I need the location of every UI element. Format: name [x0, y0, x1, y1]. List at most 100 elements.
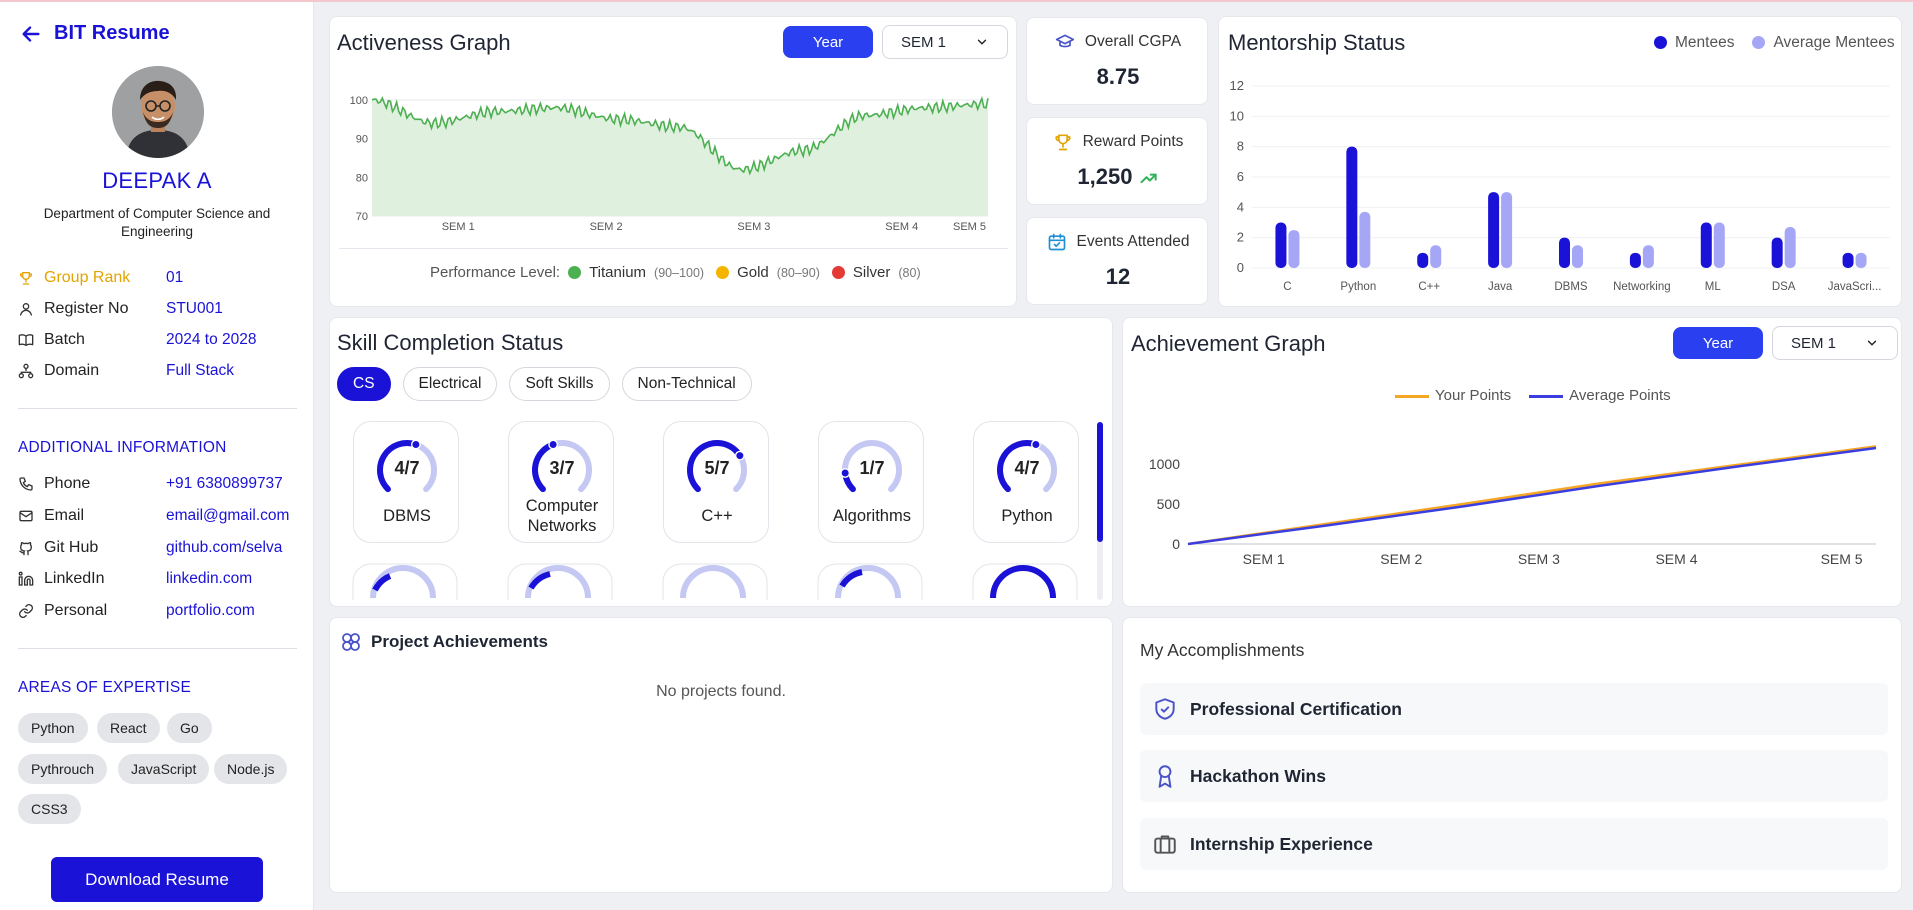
bar	[1275, 222, 1287, 268]
x-tick-label: SEM 5	[953, 221, 986, 233]
bar	[1771, 237, 1783, 268]
info-register-no: Register No STU001	[18, 297, 308, 321]
titanium-dot	[568, 266, 582, 279]
skill-name: C++	[701, 507, 733, 525]
chart-divider	[339, 248, 1008, 249]
brand-back-link[interactable]: BIT Resume	[20, 22, 170, 45]
activeness-title: Activeness Graph	[337, 30, 511, 55]
x-tick-label: SEM 4	[885, 221, 918, 233]
accomplishments-title: My Accomplishments	[1140, 640, 1305, 660]
bar	[1430, 245, 1442, 268]
reward-value: 1,250	[1027, 164, 1209, 190]
tab-electrical[interactable]: Electrical	[402, 367, 498, 401]
bar	[1700, 222, 1712, 268]
tab-non-technical[interactable]: Non-Technical	[621, 367, 752, 401]
average-mentees-dot	[1752, 36, 1766, 50]
expertise-chip: Python	[18, 713, 88, 743]
profile-department: Department of Computer Science and Engin…	[43, 206, 271, 239]
app-title: BIT Resume	[54, 22, 170, 44]
ring-knob	[410, 439, 421, 450]
bar	[1559, 237, 1570, 268]
accomplishment-item[interactable]: Professional Certification	[1140, 683, 1888, 735]
flower-icon	[342, 633, 360, 651]
accomplishment-item[interactable]: Internship Experience	[1140, 818, 1888, 870]
y-tick-label: 500	[1157, 496, 1181, 512]
x-tick-label: SEM 3	[1518, 551, 1560, 567]
tab-soft-skills[interactable]: Soft Skills	[509, 367, 610, 401]
skill-grid	[0, 0, 1, 1]
cgpa-value: 8.75	[1096, 64, 1140, 89]
mentees-dot	[1654, 36, 1667, 50]
x-tick-label: ML	[1705, 281, 1722, 293]
sidebar-divider	[18, 648, 297, 649]
skill-rings-partial	[352, 563, 1078, 600]
bar	[1501, 192, 1513, 268]
expertise-chip: Go	[167, 713, 212, 743]
bar	[1488, 192, 1500, 268]
x-tick-label: SEM 4	[1655, 551, 1697, 567]
info-linkedin: LinkedIn linkedin.com	[18, 567, 308, 591]
skill-fraction: 3/7	[549, 458, 575, 478]
achievement-chart: 0 500 1000 SEM 1 SEM 2 SEM 3 SEM 4 SEM 5	[1149, 445, 1877, 567]
area-fill	[372, 98, 988, 216]
arrow-left-icon	[22, 25, 40, 42]
bar	[1855, 252, 1867, 268]
x-tick-label: JavaScri...	[1828, 281, 1882, 293]
x-tick-label: SEM 1	[442, 221, 475, 233]
accomplishment-item[interactable]: Hackathon Wins	[1140, 750, 1888, 802]
x-tick-label: Networking	[1613, 281, 1671, 293]
ring-knob	[548, 439, 559, 450]
skill-card-item[interactable]: 3/7 Computer Networks	[508, 421, 614, 543]
bar	[1359, 211, 1371, 268]
skill-card-item[interactable]: 4/7 Python	[973, 421, 1079, 543]
y-tick-label: 0	[1237, 260, 1244, 275]
x-tick-label: SEM 2	[590, 221, 623, 233]
avatar	[112, 66, 204, 158]
sem-select[interactable]: SEM 1	[1772, 326, 1898, 360]
skill-card-item[interactable]: 1/7 Algorithms	[818, 421, 924, 543]
expertise-chip: Pythrouch	[18, 754, 108, 784]
events-card: Events Attended 12	[1026, 217, 1208, 305]
x-tick-label: SEM 1	[1243, 551, 1285, 567]
skill-name: Computer Networks	[525, 497, 599, 535]
skill-title: Skill Completion Status	[337, 330, 564, 355]
bar	[1346, 146, 1358, 268]
skill-name: DBMS	[383, 507, 431, 525]
chevron-down-icon	[1867, 340, 1877, 346]
download-resume-button[interactable]: Download Resume	[51, 857, 263, 902]
projects-empty-text: No projects found.	[656, 683, 786, 700]
y-tick-label: 1000	[1149, 456, 1180, 472]
activeness-chart: 70 80 90 100 SEM 1 SEM 2 SEM 3 SEM 4 SEM 5	[350, 95, 989, 233]
bar	[1288, 230, 1300, 268]
x-tick-label: DSA	[1772, 281, 1796, 293]
year-button[interactable]: Year	[783, 26, 873, 58]
mentorship-title: Mentorship Status	[1228, 30, 1406, 55]
year-button[interactable]: Year	[1673, 327, 1763, 359]
calendar-check-icon	[1048, 233, 1065, 251]
x-tick-label: Java	[1488, 281, 1513, 293]
sidebar-divider	[18, 408, 297, 409]
mail-icon	[18, 508, 34, 524]
your-points-swatch	[1395, 394, 1429, 398]
skill-card-item[interactable]: 5/7 C++	[663, 421, 769, 543]
skill-card-item[interactable]: 4/7 DBMS	[353, 421, 459, 543]
skill-fraction: 1/7	[859, 458, 885, 478]
y-tick-label: 0	[1172, 536, 1180, 552]
trophy-icon	[1054, 134, 1071, 151]
x-tick-label: SEM 5	[1821, 551, 1863, 567]
briefcase-icon	[1154, 835, 1176, 854]
gold-dot	[716, 266, 730, 279]
sem-select[interactable]: SEM 1	[882, 25, 1008, 59]
y-tick-label: 10	[1230, 108, 1244, 123]
skill-scrollbar-thumb[interactable]	[1097, 422, 1103, 542]
projects-card	[329, 617, 1113, 893]
bar	[1629, 252, 1641, 268]
projects-header: Project Achievements	[339, 630, 548, 654]
expertise-chip: React	[97, 713, 160, 743]
silver-dot	[831, 266, 845, 279]
bar	[1417, 252, 1429, 268]
tab-cs[interactable]: CS	[337, 367, 391, 401]
skill-name: Python	[1001, 507, 1053, 525]
info-email: Email email@gmail.com	[18, 504, 308, 528]
link-icon	[18, 603, 34, 619]
